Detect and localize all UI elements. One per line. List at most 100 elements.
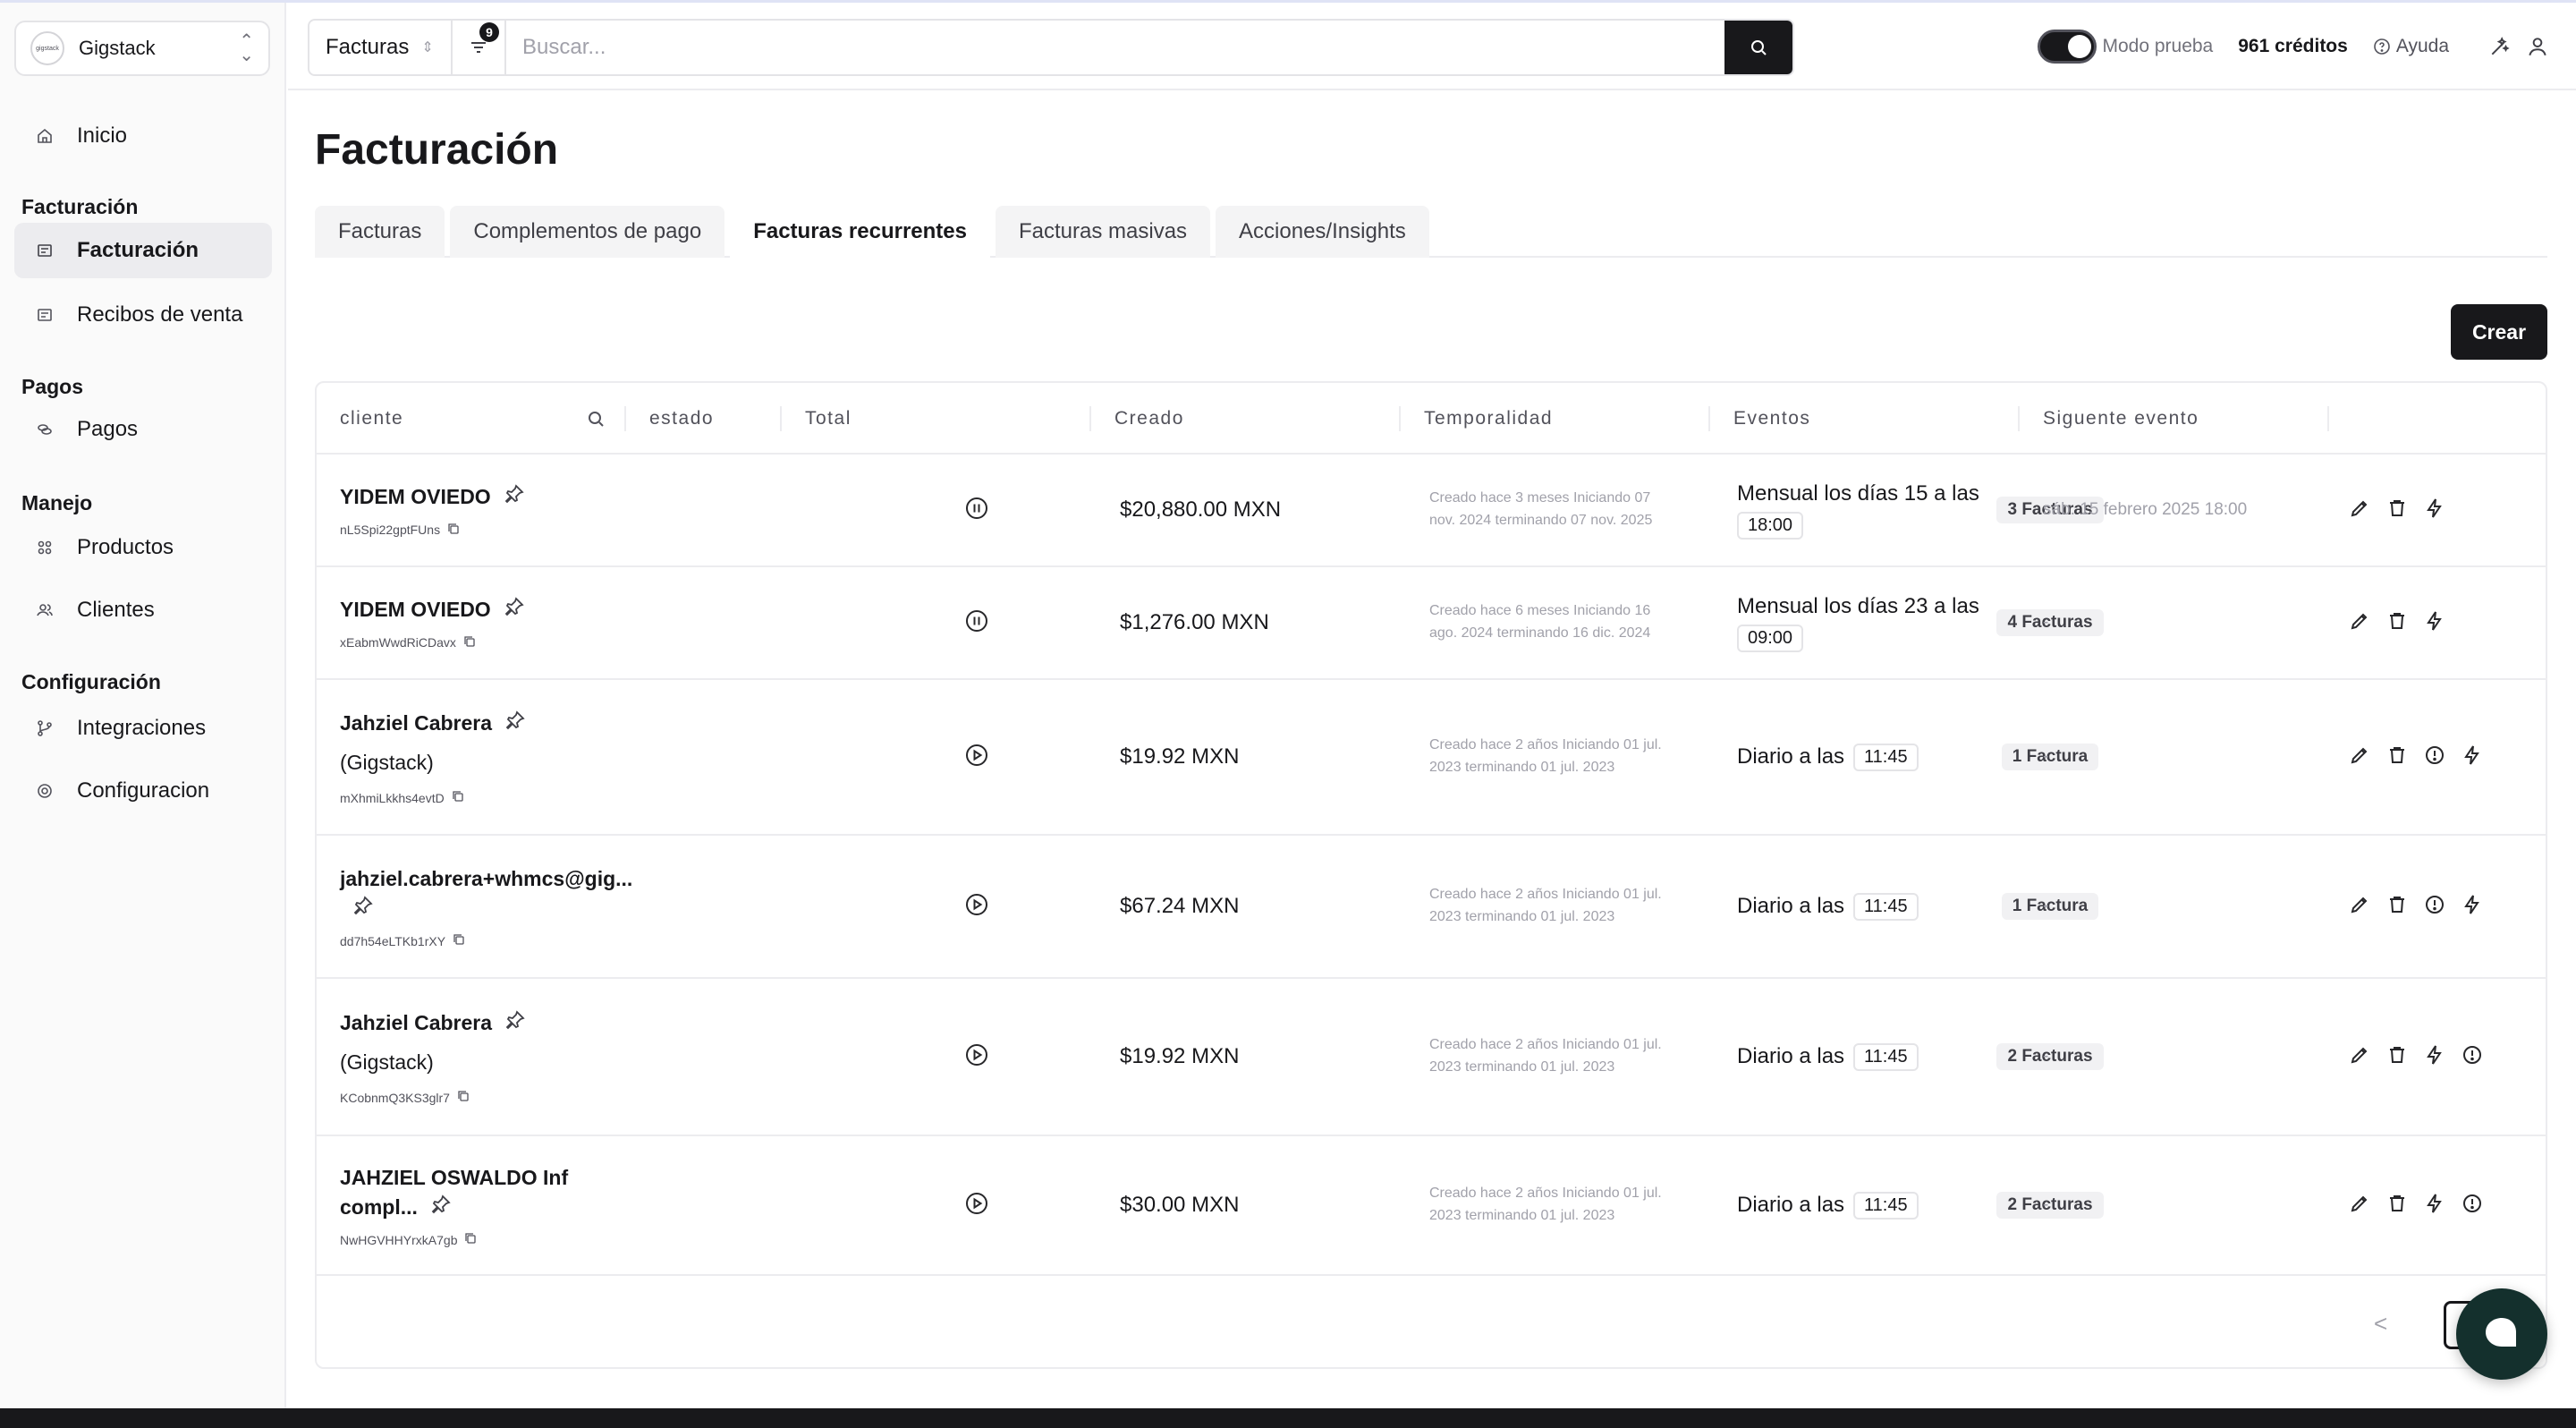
status-toggle[interactable] <box>957 836 996 977</box>
client-name[interactable]: YIDEM OVIEDO <box>340 595 525 626</box>
edit-button[interactable] <box>2349 1194 2370 1216</box>
status-toggle[interactable] <box>957 455 996 565</box>
client-id: NwHGVHHYrxkA7gb <box>340 1232 477 1247</box>
delete-button[interactable] <box>2386 612 2408 633</box>
table-row[interactable]: Jahziel Cabrera (Gigstack) KCobnmQ3KS3glr7… <box>317 979 2546 1136</box>
tab-facturas-masivas[interactable]: Facturas masivas <box>995 206 1211 258</box>
copy-icon[interactable] <box>452 790 464 805</box>
column-header-temporalidad[interactable]: Temporalidad <box>1401 383 1553 455</box>
copy-icon[interactable] <box>463 635 476 650</box>
info-button[interactable] <box>2424 895 2445 917</box>
magic-wand-button[interactable] <box>2481 28 2519 65</box>
pin-icon[interactable] <box>352 895 374 924</box>
status-toggle[interactable] <box>957 680 996 834</box>
trigger-button[interactable] <box>2462 744 2483 768</box>
events-badge[interactable]: 1 Factura <box>2001 893 2099 920</box>
sidebar-item-recibos[interactable]: Recibos de venta <box>14 287 272 343</box>
client-id: KCobnmQ3KS3glr7 <box>340 1090 470 1105</box>
column-header-siguiente-evento[interactable]: Siguente evento <box>2020 383 2199 455</box>
pin-icon[interactable] <box>504 596 525 625</box>
search-button[interactable] <box>1724 21 1792 74</box>
chat-launcher-button[interactable] <box>2456 1288 2547 1380</box>
edit-button[interactable] <box>2349 499 2370 521</box>
test-mode-toggle[interactable] <box>2038 30 2097 64</box>
status-toggle[interactable] <box>957 979 996 1135</box>
info-button[interactable] <box>2462 1045 2483 1067</box>
table-row[interactable]: YIDEM OVIEDO nL5Spi22gptFUns $20,880.00 MX… <box>317 455 2546 567</box>
events-badge[interactable]: 2 Facturas <box>1996 1192 2104 1219</box>
events-badge[interactable]: 1 Factura <box>2001 744 2099 770</box>
pagination-prev[interactable]: < <box>2374 1310 2387 1338</box>
sidebar-item-inicio[interactable]: Inicio <box>14 108 272 164</box>
column-header-estado[interactable]: estado <box>626 383 714 455</box>
copy-icon[interactable] <box>464 1232 477 1247</box>
client-name[interactable]: Jahziel Cabrera <box>340 1008 526 1040</box>
edit-icon <box>2349 610 2370 636</box>
table-row[interactable]: JAHZIEL OSWALDO Inf compl... NwHGVHHYrxkA… <box>317 1136 2546 1276</box>
help-icon <box>2374 38 2390 55</box>
trigger-button[interactable] <box>2462 894 2483 917</box>
pin-icon[interactable] <box>504 1009 526 1039</box>
table-row[interactable]: YIDEM OVIEDO xEabmWwdRiCDavx $1,276.00 MXN… <box>317 567 2546 680</box>
search-input[interactable] <box>506 21 1724 74</box>
tab-complementos-de-pago[interactable]: Complementos de pago <box>450 206 725 258</box>
events-badge[interactable]: 2 Facturas <box>1996 1043 2104 1070</box>
copy-icon[interactable] <box>447 523 460 538</box>
table-row[interactable]: jahziel.cabrera+whmcs@gig... dd7h54eLTKb1… <box>317 836 2546 979</box>
sidebar-item-pagos[interactable]: Pagos <box>14 402 272 457</box>
schedule-cell: Diario a las 11:45 <box>1737 836 1996 977</box>
client-name[interactable]: Jahziel Cabrera <box>340 709 526 740</box>
client-name[interactable]: JAHZIEL OSWALDO Inf compl... <box>340 1163 608 1224</box>
sidebar-item-productos[interactable]: Productos <box>14 520 272 575</box>
trigger-button[interactable] <box>2424 1044 2445 1070</box>
column-header-eventos[interactable]: Eventos <box>1710 383 1810 455</box>
delete-button[interactable] <box>2386 499 2408 521</box>
tab-facturas-recurrentes[interactable]: Facturas recurrentes <box>730 206 990 258</box>
edit-button[interactable] <box>2349 1046 2370 1067</box>
client-name[interactable]: jahziel.cabrera+whmcs@gig... <box>340 864 632 925</box>
copy-icon[interactable] <box>457 1090 470 1105</box>
trigger-button[interactable] <box>2424 497 2445 521</box>
org-switcher[interactable]: gigstack Gigstack ⌃ ⌄ <box>14 21 270 76</box>
sidebar-section-title: Configuración <box>21 670 161 693</box>
bolt-icon <box>2424 1044 2445 1070</box>
tab-acciones-insights[interactable]: Acciones/Insights <box>1216 206 1429 258</box>
search-scope-select[interactable]: Facturas ⇕ <box>309 21 453 74</box>
trash-icon <box>2386 497 2408 523</box>
client-cell: JAHZIEL OSWALDO Inf compl... NwHGVHHYrxkA… <box>340 1136 608 1274</box>
status-toggle[interactable] <box>957 567 996 678</box>
info-button[interactable] <box>2424 745 2445 768</box>
trigger-button[interactable] <box>2424 1193 2445 1216</box>
column-header-creado[interactable]: Creado <box>1091 383 1184 455</box>
copy-icon[interactable] <box>453 933 465 948</box>
column-header-cliente[interactable]: cliente <box>317 383 403 455</box>
help-link[interactable]: Ayuda <box>2373 36 2449 57</box>
edit-button[interactable] <box>2349 896 2370 917</box>
sidebar-item-clientes[interactable]: Clientes <box>14 582 272 638</box>
tab-facturas[interactable]: Facturas <box>315 206 445 258</box>
pin-icon[interactable] <box>504 483 525 513</box>
filter-button[interactable]: 9 <box>453 21 506 74</box>
table-row[interactable]: Jahziel Cabrera (Gigstack) mXhmiLkkhs4evtD… <box>317 680 2546 836</box>
delete-button[interactable] <box>2386 746 2408 768</box>
client-name[interactable]: YIDEM OVIEDO <box>340 482 525 514</box>
status-toggle[interactable] <box>957 1136 996 1274</box>
created-info: Creado hace 3 meses Iniciando 07 nov. 20… <box>1429 490 1653 528</box>
info-button[interactable] <box>2462 1194 2483 1216</box>
edit-button[interactable] <box>2349 612 2370 633</box>
edit-button[interactable] <box>2349 746 2370 768</box>
search-icon[interactable] <box>585 408 606 429</box>
delete-button[interactable] <box>2386 1194 2408 1216</box>
pin-icon[interactable] <box>430 1194 452 1223</box>
pin-icon[interactable] <box>504 710 526 739</box>
sidebar-item-integraciones[interactable]: Integraciones <box>14 701 272 756</box>
trigger-button[interactable] <box>2424 610 2445 633</box>
column-header-total[interactable]: Total <box>782 383 852 455</box>
delete-button[interactable] <box>2386 896 2408 917</box>
create-button[interactable]: Crear <box>2451 304 2547 360</box>
sidebar-item-configuracion[interactable]: Configuracion <box>14 763 272 819</box>
delete-button[interactable] <box>2386 1046 2408 1067</box>
user-button[interactable] <box>2519 28 2556 65</box>
events-badge[interactable]: 4 Facturas <box>1996 609 2104 636</box>
sidebar-item-facturacion[interactable]: Facturación <box>14 223 272 278</box>
